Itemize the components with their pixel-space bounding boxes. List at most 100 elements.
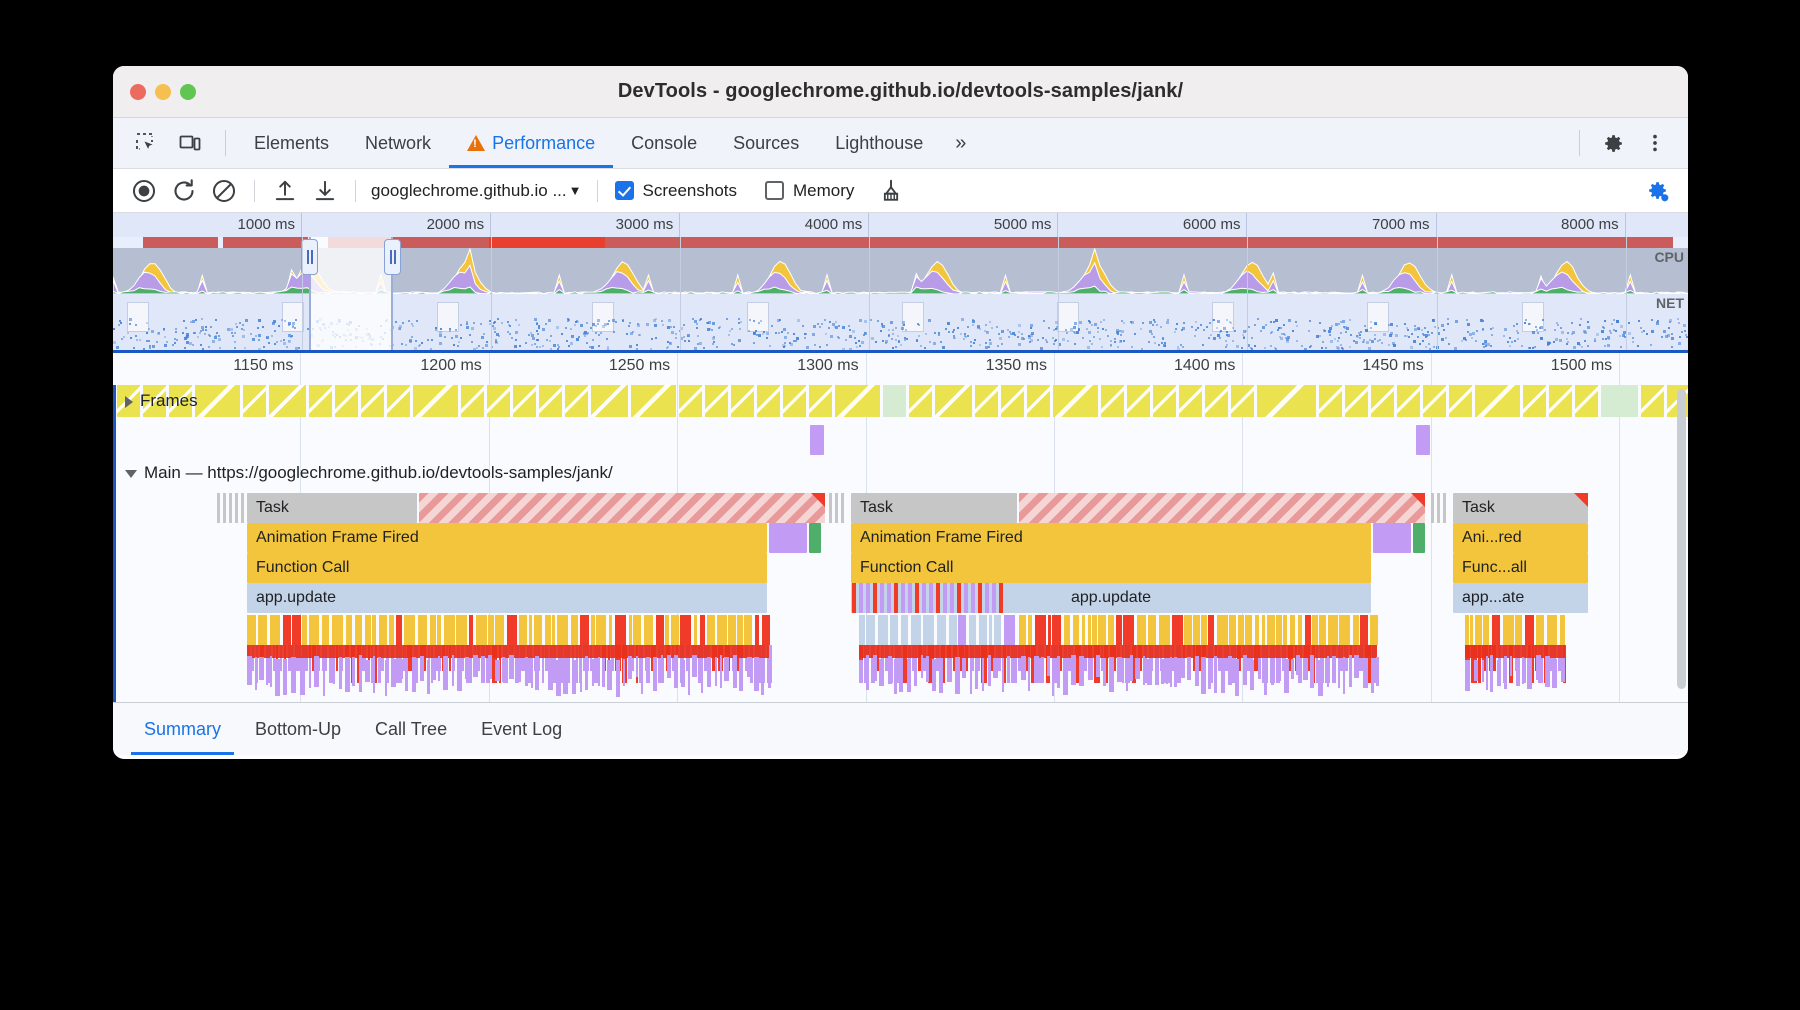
frame-block[interactable] (309, 385, 332, 417)
frame-block[interactable] (539, 385, 562, 417)
flame-entry-micro[interactable] (609, 615, 612, 645)
frame-block[interactable] (243, 385, 266, 417)
flame-entry-micro[interactable] (1063, 658, 1068, 695)
flame-entry-micro[interactable] (694, 615, 697, 645)
flame-entry-micro-task[interactable] (829, 493, 832, 523)
tab-summary[interactable]: Summary (127, 703, 238, 755)
flame-entry-micro[interactable] (724, 657, 729, 681)
flame-entry-layout[interactable] (929, 583, 933, 613)
flame-entry-micro[interactable] (739, 658, 743, 691)
flame-entry-micro[interactable] (1525, 615, 1534, 645)
flame-entry-micro[interactable] (720, 655, 722, 688)
flame-entry-micro[interactable] (1028, 657, 1030, 691)
frame-block[interactable] (1345, 385, 1368, 417)
flame-entry-micro[interactable] (1339, 615, 1350, 645)
flame-entry-micro[interactable] (495, 615, 504, 645)
flame-entry-micro[interactable] (1291, 659, 1294, 679)
flame-entry-micro[interactable] (443, 656, 448, 690)
flame-entry-micro[interactable] (1229, 615, 1236, 645)
frame-block[interactable] (1371, 385, 1394, 417)
flame-entry-micro[interactable] (661, 655, 663, 681)
flame-entry-layout[interactable] (859, 583, 863, 613)
frame-block[interactable] (461, 385, 484, 417)
frame-block[interactable] (487, 385, 510, 417)
flame-entry-micro[interactable] (355, 615, 362, 645)
flame-entry-micro[interactable] (420, 656, 424, 681)
flame-entry-micro[interactable] (365, 615, 371, 645)
record-button[interactable] (125, 173, 163, 209)
flame-entry-micro[interactable] (1064, 615, 1070, 645)
filmstrip-thumbnail[interactable] (747, 302, 769, 332)
flame-entry-micro[interactable] (427, 660, 430, 694)
flame-entry-micro[interactable] (1130, 655, 1133, 681)
flame-entry-micro[interactable] (1255, 615, 1259, 645)
flame-entry-function-call[interactable]: Function Call (851, 553, 1371, 583)
overview-right-handle[interactable] (384, 239, 401, 275)
flame-entry-micro[interactable] (1561, 658, 1565, 682)
flame-entry-micro[interactable] (949, 615, 957, 645)
frame-block[interactable] (935, 385, 972, 417)
flame-entry-micro[interactable] (754, 657, 759, 691)
flame-entry-micro[interactable] (535, 656, 539, 690)
tab-event-log[interactable]: Event Log (464, 703, 579, 755)
flame-entry-micro[interactable] (1098, 615, 1106, 645)
flame-entry-micro[interactable] (1155, 659, 1159, 685)
flame-entry-micro[interactable] (733, 655, 737, 688)
flame-entry-micro[interactable] (542, 658, 544, 678)
overview-ruler[interactable]: 1000 ms 2000 ms 3000 ms 4000 ms 5000 ms 6000 … (113, 213, 1688, 237)
flame-entry-micro-task[interactable] (1443, 493, 1446, 523)
flame-entry-micro[interactable] (1318, 660, 1323, 696)
flame-entry-micro[interactable] (1048, 615, 1051, 645)
flame-entry-micro[interactable] (323, 659, 325, 696)
flame-entry-long-task[interactable] (1019, 493, 1425, 523)
flame-ruler[interactable]: 1150 ms 1200 ms 1250 ms 1300 ms 1350 ms 1400 … (113, 353, 1688, 702)
flame-entry-micro[interactable] (1516, 658, 1520, 686)
flame-entry-micro[interactable] (907, 659, 911, 692)
flame-entry-micro[interactable] (715, 657, 717, 686)
flame-entry-micro[interactable] (762, 615, 770, 645)
flame-entry-micro[interactable] (1371, 658, 1374, 693)
flame-entry-micro[interactable] (1376, 657, 1379, 686)
frame-block[interactable] (1319, 385, 1342, 417)
frame-block[interactable] (631, 385, 676, 417)
flame-entry-micro[interactable] (1497, 660, 1501, 686)
flame-entry-micro[interactable] (1547, 615, 1557, 645)
flame-entry-micro[interactable] (405, 658, 408, 691)
flame-entry-animation-frame-fired[interactable]: Animation Frame Fired (851, 523, 1371, 553)
flame-entry-micro[interactable] (1276, 658, 1281, 681)
flame-entry-layout[interactable] (957, 583, 961, 613)
flame-entry-micro[interactable] (1166, 658, 1168, 684)
flame-entry-micro[interactable] (1243, 655, 1247, 685)
flame-entry-micro[interactable] (932, 659, 936, 691)
flame-entry-micro[interactable] (452, 655, 454, 686)
flame-entry-micro[interactable] (914, 658, 917, 686)
flame-entry-micro[interactable] (1187, 657, 1191, 680)
flame-entry-micro[interactable] (596, 615, 606, 645)
flame-entry-micro[interactable] (465, 657, 469, 679)
flame-entry-micro[interactable] (495, 660, 500, 681)
flame-entry-micro[interactable] (438, 656, 440, 681)
flame-entry-micro[interactable] (1028, 615, 1032, 645)
memory-checkbox[interactable]: Memory (765, 181, 854, 201)
flame-entry-micro[interactable] (270, 615, 280, 645)
more-options-button[interactable] (1636, 124, 1674, 162)
flame-entry-micro[interactable] (680, 615, 691, 645)
flame-entry-micro[interactable] (1041, 657, 1044, 683)
flame-entry-painting[interactable] (1413, 523, 1425, 553)
flame-entry-micro[interactable] (1510, 656, 1512, 676)
main-track-label[interactable]: Main — https://googlechrome.github.io/de… (125, 463, 613, 483)
flame-entry-layout[interactable] (908, 583, 912, 613)
flame-entry-micro[interactable] (378, 657, 381, 683)
flame-entry-micro[interactable] (1217, 615, 1228, 645)
frame-block[interactable] (1179, 385, 1202, 417)
frame-block[interactable] (835, 385, 880, 417)
device-toolbar-button[interactable] (171, 124, 209, 162)
flame-entry-micro[interactable] (1560, 615, 1565, 645)
flame-entry-micro[interactable] (1276, 615, 1282, 645)
flame-entry-micro[interactable] (1193, 615, 1200, 645)
flame-entry-long-task[interactable] (419, 493, 825, 523)
flame-entry-micro[interactable] (1159, 615, 1170, 645)
flame-entry-micro-task[interactable] (229, 493, 232, 523)
flame-entry-micro[interactable] (372, 615, 376, 645)
frame-block[interactable] (1549, 385, 1572, 417)
